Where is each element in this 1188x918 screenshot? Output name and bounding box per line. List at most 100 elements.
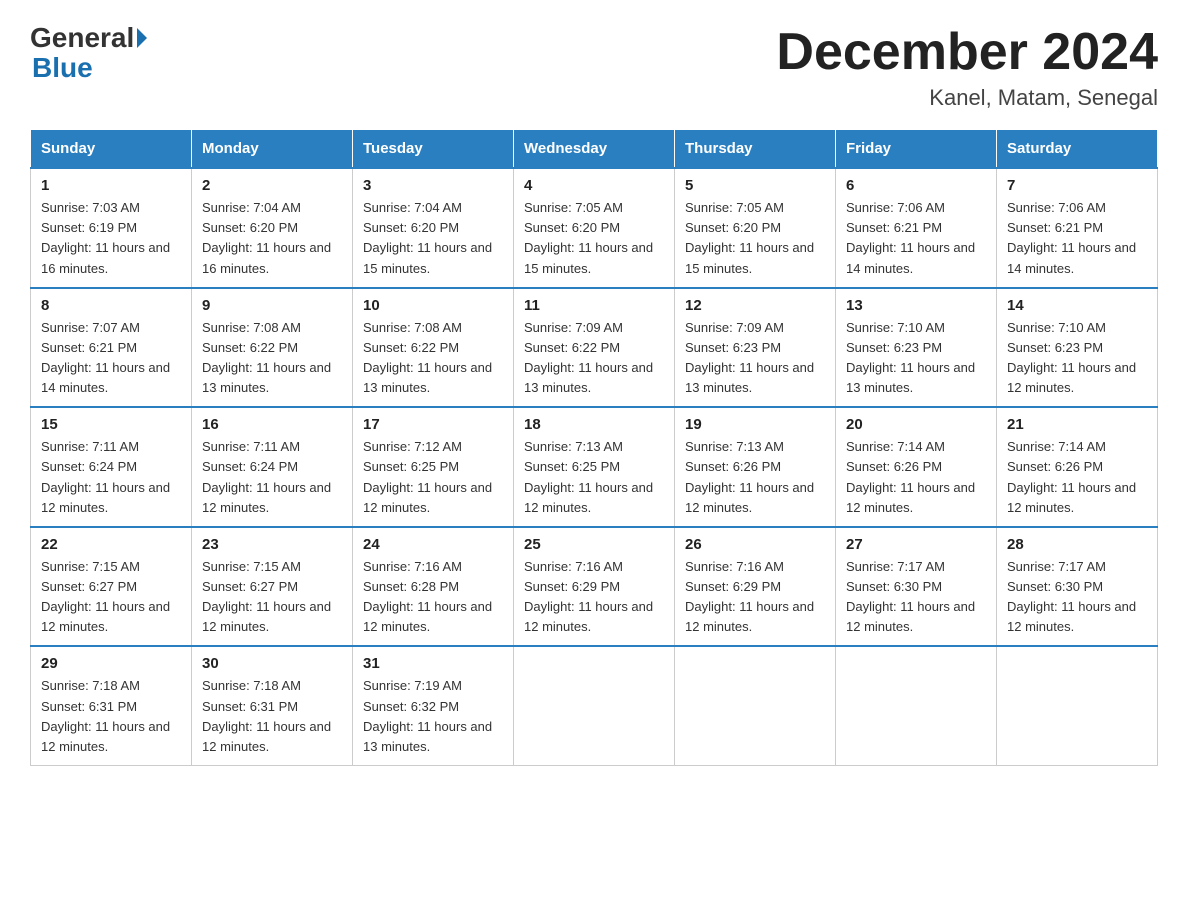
day-number: 24 bbox=[363, 536, 503, 553]
day-info: Sunrise: 7:11 AMSunset: 6:24 PMDaylight:… bbox=[202, 437, 342, 518]
calendar-cell: 30 Sunrise: 7:18 AMSunset: 6:31 PMDaylig… bbox=[192, 646, 353, 765]
day-info: Sunrise: 7:04 AMSunset: 6:20 PMDaylight:… bbox=[363, 198, 503, 279]
day-number: 15 bbox=[41, 416, 181, 433]
day-number: 21 bbox=[1007, 416, 1147, 433]
calendar-header-row: SundayMondayTuesdayWednesdayThursdayFrid… bbox=[31, 130, 1158, 169]
calendar-cell: 16 Sunrise: 7:11 AMSunset: 6:24 PMDaylig… bbox=[192, 407, 353, 527]
calendar-cell: 29 Sunrise: 7:18 AMSunset: 6:31 PMDaylig… bbox=[31, 646, 192, 765]
month-title: December 2024 bbox=[776, 24, 1158, 81]
calendar-cell bbox=[836, 646, 997, 765]
calendar-week-row: 8 Sunrise: 7:07 AMSunset: 6:21 PMDayligh… bbox=[31, 288, 1158, 408]
calendar-cell: 10 Sunrise: 7:08 AMSunset: 6:22 PMDaylig… bbox=[353, 288, 514, 408]
day-info: Sunrise: 7:06 AMSunset: 6:21 PMDaylight:… bbox=[1007, 198, 1147, 279]
day-number: 9 bbox=[202, 297, 342, 314]
day-info: Sunrise: 7:17 AMSunset: 6:30 PMDaylight:… bbox=[846, 557, 986, 638]
day-number: 26 bbox=[685, 536, 825, 553]
calendar-cell bbox=[675, 646, 836, 765]
logo-general-text: General bbox=[30, 24, 134, 52]
location-subtitle: Kanel, Matam, Senegal bbox=[776, 85, 1158, 111]
calendar-cell: 24 Sunrise: 7:16 AMSunset: 6:28 PMDaylig… bbox=[353, 527, 514, 647]
day-info: Sunrise: 7:05 AMSunset: 6:20 PMDaylight:… bbox=[685, 198, 825, 279]
day-info: Sunrise: 7:19 AMSunset: 6:32 PMDaylight:… bbox=[363, 676, 503, 757]
day-number: 30 bbox=[202, 655, 342, 672]
day-number: 22 bbox=[41, 536, 181, 553]
day-number: 13 bbox=[846, 297, 986, 314]
day-number: 18 bbox=[524, 416, 664, 433]
calendar-cell: 25 Sunrise: 7:16 AMSunset: 6:29 PMDaylig… bbox=[514, 527, 675, 647]
day-number: 10 bbox=[363, 297, 503, 314]
day-number: 23 bbox=[202, 536, 342, 553]
day-number: 20 bbox=[846, 416, 986, 433]
day-number: 8 bbox=[41, 297, 181, 314]
calendar-cell: 31 Sunrise: 7:19 AMSunset: 6:32 PMDaylig… bbox=[353, 646, 514, 765]
day-info: Sunrise: 7:13 AMSunset: 6:25 PMDaylight:… bbox=[524, 437, 664, 518]
day-number: 19 bbox=[685, 416, 825, 433]
day-info: Sunrise: 7:16 AMSunset: 6:28 PMDaylight:… bbox=[363, 557, 503, 638]
calendar-cell: 28 Sunrise: 7:17 AMSunset: 6:30 PMDaylig… bbox=[997, 527, 1158, 647]
day-info: Sunrise: 7:13 AMSunset: 6:26 PMDaylight:… bbox=[685, 437, 825, 518]
col-header-friday: Friday bbox=[836, 130, 997, 169]
day-number: 25 bbox=[524, 536, 664, 553]
day-number: 28 bbox=[1007, 536, 1147, 553]
day-info: Sunrise: 7:15 AMSunset: 6:27 PMDaylight:… bbox=[202, 557, 342, 638]
calendar-cell: 3 Sunrise: 7:04 AMSunset: 6:20 PMDayligh… bbox=[353, 168, 514, 288]
day-info: Sunrise: 7:06 AMSunset: 6:21 PMDaylight:… bbox=[846, 198, 986, 279]
col-header-wednesday: Wednesday bbox=[514, 130, 675, 169]
calendar-week-row: 29 Sunrise: 7:18 AMSunset: 6:31 PMDaylig… bbox=[31, 646, 1158, 765]
day-info: Sunrise: 7:10 AMSunset: 6:23 PMDaylight:… bbox=[1007, 318, 1147, 399]
col-header-thursday: Thursday bbox=[675, 130, 836, 169]
col-header-saturday: Saturday bbox=[997, 130, 1158, 169]
day-info: Sunrise: 7:18 AMSunset: 6:31 PMDaylight:… bbox=[202, 676, 342, 757]
calendar-cell: 13 Sunrise: 7:10 AMSunset: 6:23 PMDaylig… bbox=[836, 288, 997, 408]
logo-triangle-icon bbox=[137, 28, 147, 48]
calendar-cell: 19 Sunrise: 7:13 AMSunset: 6:26 PMDaylig… bbox=[675, 407, 836, 527]
day-number: 4 bbox=[524, 177, 664, 194]
day-info: Sunrise: 7:14 AMSunset: 6:26 PMDaylight:… bbox=[1007, 437, 1147, 518]
day-info: Sunrise: 7:16 AMSunset: 6:29 PMDaylight:… bbox=[524, 557, 664, 638]
day-number: 3 bbox=[363, 177, 503, 194]
day-info: Sunrise: 7:08 AMSunset: 6:22 PMDaylight:… bbox=[202, 318, 342, 399]
day-info: Sunrise: 7:12 AMSunset: 6:25 PMDaylight:… bbox=[363, 437, 503, 518]
day-info: Sunrise: 7:18 AMSunset: 6:31 PMDaylight:… bbox=[41, 676, 181, 757]
day-info: Sunrise: 7:07 AMSunset: 6:21 PMDaylight:… bbox=[41, 318, 181, 399]
calendar-cell: 22 Sunrise: 7:15 AMSunset: 6:27 PMDaylig… bbox=[31, 527, 192, 647]
day-info: Sunrise: 7:05 AMSunset: 6:20 PMDaylight:… bbox=[524, 198, 664, 279]
day-number: 11 bbox=[524, 297, 664, 314]
day-info: Sunrise: 7:03 AMSunset: 6:19 PMDaylight:… bbox=[41, 198, 181, 279]
col-header-monday: Monday bbox=[192, 130, 353, 169]
day-info: Sunrise: 7:11 AMSunset: 6:24 PMDaylight:… bbox=[41, 437, 181, 518]
calendar-cell: 7 Sunrise: 7:06 AMSunset: 6:21 PMDayligh… bbox=[997, 168, 1158, 288]
day-info: Sunrise: 7:17 AMSunset: 6:30 PMDaylight:… bbox=[1007, 557, 1147, 638]
calendar-table: SundayMondayTuesdayWednesdayThursdayFrid… bbox=[30, 129, 1158, 766]
calendar-cell: 11 Sunrise: 7:09 AMSunset: 6:22 PMDaylig… bbox=[514, 288, 675, 408]
day-info: Sunrise: 7:04 AMSunset: 6:20 PMDaylight:… bbox=[202, 198, 342, 279]
day-number: 7 bbox=[1007, 177, 1147, 194]
day-number: 27 bbox=[846, 536, 986, 553]
calendar-cell: 8 Sunrise: 7:07 AMSunset: 6:21 PMDayligh… bbox=[31, 288, 192, 408]
calendar-week-row: 22 Sunrise: 7:15 AMSunset: 6:27 PMDaylig… bbox=[31, 527, 1158, 647]
calendar-week-row: 1 Sunrise: 7:03 AMSunset: 6:19 PMDayligh… bbox=[31, 168, 1158, 288]
page-header: General Blue December 2024 Kanel, Matam,… bbox=[30, 24, 1158, 111]
calendar-cell: 9 Sunrise: 7:08 AMSunset: 6:22 PMDayligh… bbox=[192, 288, 353, 408]
calendar-cell: 27 Sunrise: 7:17 AMSunset: 6:30 PMDaylig… bbox=[836, 527, 997, 647]
day-number: 14 bbox=[1007, 297, 1147, 314]
title-area: December 2024 Kanel, Matam, Senegal bbox=[776, 24, 1158, 111]
day-info: Sunrise: 7:09 AMSunset: 6:23 PMDaylight:… bbox=[685, 318, 825, 399]
calendar-cell: 26 Sunrise: 7:16 AMSunset: 6:29 PMDaylig… bbox=[675, 527, 836, 647]
calendar-cell: 12 Sunrise: 7:09 AMSunset: 6:23 PMDaylig… bbox=[675, 288, 836, 408]
calendar-cell: 1 Sunrise: 7:03 AMSunset: 6:19 PMDayligh… bbox=[31, 168, 192, 288]
calendar-cell: 5 Sunrise: 7:05 AMSunset: 6:20 PMDayligh… bbox=[675, 168, 836, 288]
calendar-cell bbox=[514, 646, 675, 765]
col-header-sunday: Sunday bbox=[31, 130, 192, 169]
day-number: 5 bbox=[685, 177, 825, 194]
day-info: Sunrise: 7:16 AMSunset: 6:29 PMDaylight:… bbox=[685, 557, 825, 638]
calendar-cell: 2 Sunrise: 7:04 AMSunset: 6:20 PMDayligh… bbox=[192, 168, 353, 288]
calendar-week-row: 15 Sunrise: 7:11 AMSunset: 6:24 PMDaylig… bbox=[31, 407, 1158, 527]
day-info: Sunrise: 7:09 AMSunset: 6:22 PMDaylight:… bbox=[524, 318, 664, 399]
calendar-cell: 4 Sunrise: 7:05 AMSunset: 6:20 PMDayligh… bbox=[514, 168, 675, 288]
day-number: 17 bbox=[363, 416, 503, 433]
calendar-cell: 18 Sunrise: 7:13 AMSunset: 6:25 PMDaylig… bbox=[514, 407, 675, 527]
day-number: 6 bbox=[846, 177, 986, 194]
day-info: Sunrise: 7:14 AMSunset: 6:26 PMDaylight:… bbox=[846, 437, 986, 518]
calendar-cell: 15 Sunrise: 7:11 AMSunset: 6:24 PMDaylig… bbox=[31, 407, 192, 527]
